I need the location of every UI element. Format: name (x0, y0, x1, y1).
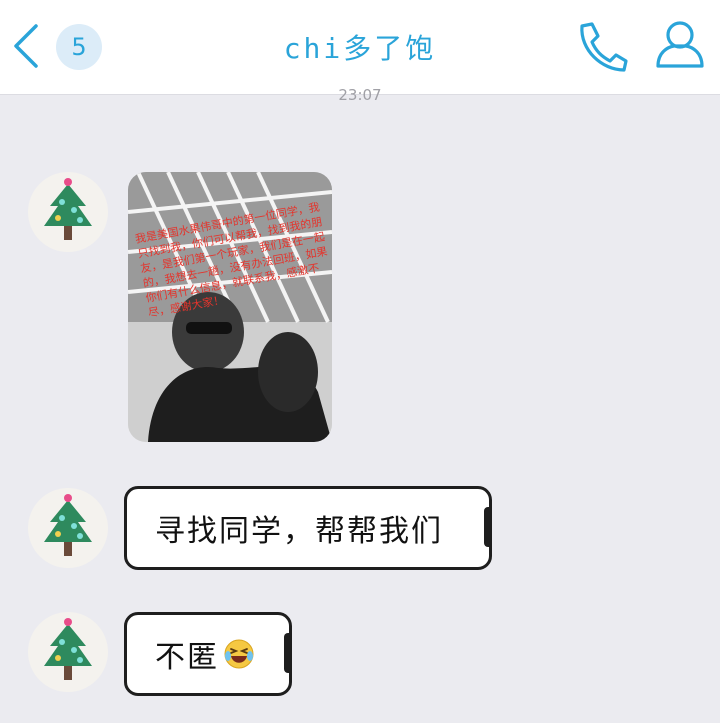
christmas-tree-icon (44, 494, 92, 556)
message-bubble[interactable]: 寻找同学，帮帮我们 (124, 486, 492, 570)
phone-icon[interactable] (572, 20, 628, 72)
message-image[interactable]: 我是美国水果伟哥中的第一位同学，我只找到我，你们可以帮我，找到我的朋友，是我们第… (128, 172, 332, 442)
chat-header: 5 chi多了饱 (0, 0, 720, 95)
avatar[interactable] (28, 172, 108, 252)
christmas-tree-icon (44, 178, 92, 240)
laughing-crying-emoji-icon (224, 639, 254, 669)
message-text-row: 不匿 (127, 615, 289, 693)
message-timestamp: 23:07 (338, 86, 382, 102)
avatar[interactable] (28, 612, 108, 692)
profile-icon[interactable] (652, 18, 708, 70)
message-bubble[interactable]: 不匿 (124, 612, 292, 696)
avatar[interactable] (28, 488, 108, 568)
message-text: 寻找同学，帮帮我们 (155, 514, 443, 549)
christmas-tree-icon (44, 618, 92, 680)
message-text: 不匿 (155, 640, 219, 675)
